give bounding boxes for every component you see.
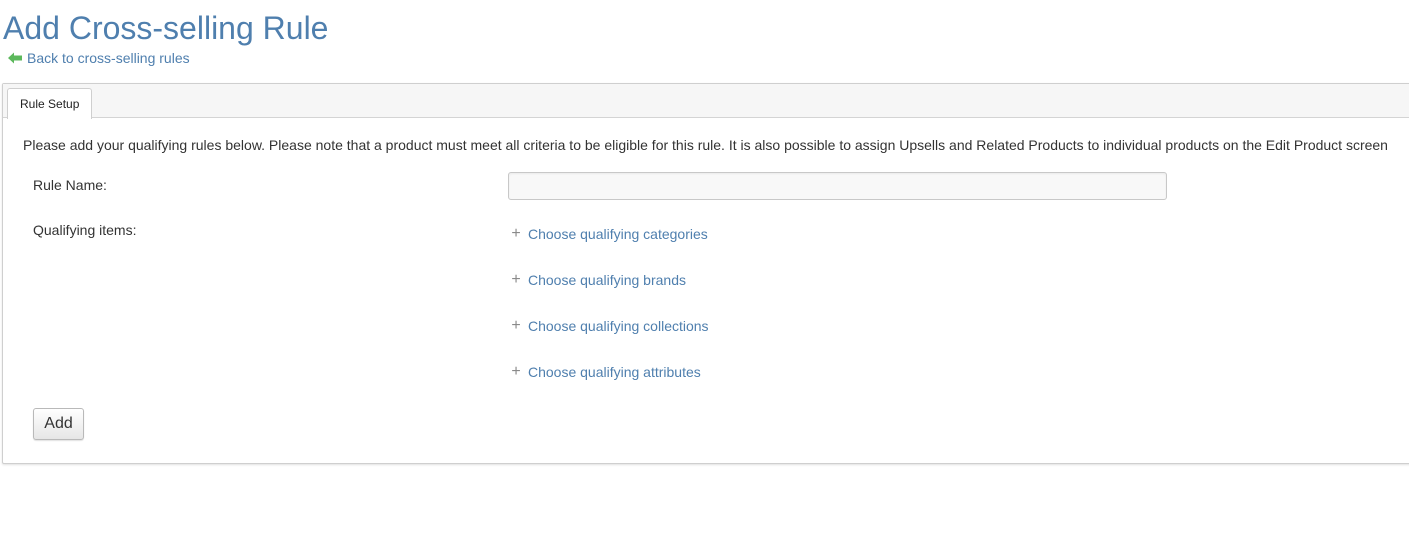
- tab-strip: Rule Setup: [3, 84, 1409, 119]
- choose-categories-link[interactable]: + Choose qualifying categories: [510, 225, 708, 243]
- add-button[interactable]: Add: [33, 408, 84, 440]
- page-title: Add Cross-selling Rule: [3, 10, 329, 46]
- rule-setup-panel: Rule Setup Please add your qualifying ru…: [2, 83, 1409, 464]
- choose-attributes-label: Choose qualifying attributes: [528, 364, 701, 380]
- back-arrow-icon: [8, 52, 22, 64]
- back-to-rules-link[interactable]: Back to cross-selling rules: [8, 50, 190, 66]
- rule-name-input[interactable]: [508, 172, 1167, 200]
- choose-collections-label: Choose qualifying collections: [528, 318, 709, 334]
- back-link-label: Back to cross-selling rules: [27, 50, 190, 66]
- plus-icon: +: [511, 363, 521, 380]
- intro-text: Please add your qualifying rules below. …: [23, 137, 1388, 153]
- choose-categories-label: Choose qualifying categories: [528, 226, 708, 242]
- plus-icon: +: [511, 225, 521, 242]
- choose-attributes-link[interactable]: + Choose qualifying attributes: [510, 363, 701, 381]
- page: Add Cross-selling Rule Back to cross-sel…: [0, 0, 1409, 539]
- tab-rule-setup[interactable]: Rule Setup: [7, 88, 93, 119]
- plus-icon: +: [511, 317, 521, 334]
- choose-collections-link[interactable]: + Choose qualifying collections: [510, 317, 709, 335]
- choose-brands-label: Choose qualifying brands: [528, 272, 686, 288]
- plus-icon: +: [511, 271, 521, 288]
- choose-brands-link[interactable]: + Choose qualifying brands: [510, 271, 686, 289]
- qualifying-items-label: Qualifying items:: [33, 222, 137, 238]
- rule-name-label: Rule Name:: [33, 177, 107, 193]
